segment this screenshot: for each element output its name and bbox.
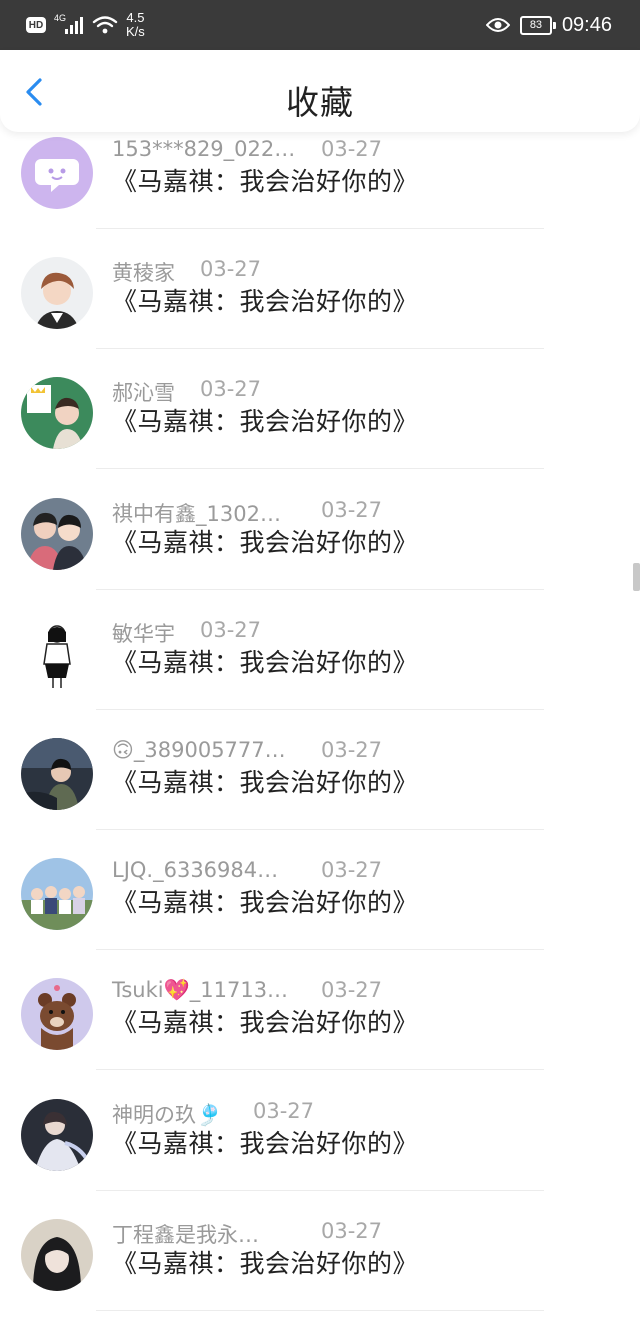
divider [96, 468, 544, 469]
divider [96, 709, 544, 710]
status-bar: HD 4G 4.5 K/s 83 09:46 [0, 0, 640, 50]
speed-unit: K/s [126, 24, 145, 39]
post-date: 03-27 [321, 1219, 383, 1243]
post-date: 03-27 [321, 858, 383, 882]
page-title: 收藏 [286, 83, 354, 122]
divider [96, 1190, 544, 1191]
avatar[interactable] [21, 738, 93, 810]
list-item[interactable]: 黄稜家 03-27 《马嘉祺：我会治好你的》 [0, 248, 640, 368]
item-title: 《马嘉祺：我会治好你的》 [112, 768, 419, 797]
post-date: 03-27 [200, 377, 262, 401]
item-title: 《马嘉祺：我会治好你的》 [112, 888, 419, 917]
item-title: 《马嘉祺：我会治好你的》 [112, 287, 419, 316]
post-date: 03-27 [200, 257, 262, 281]
item-title: 《马嘉祺：我会治好你的》 [112, 1008, 419, 1037]
item-title: 《马嘉祺：我会治好你的》 [112, 407, 419, 436]
list-item[interactable]: Tsuki💖_11713… 03-27 《马嘉祺：我会治好你的》 [0, 969, 640, 1089]
item-title: 《马嘉祺：我会治好你的》 [112, 528, 419, 557]
page-header: 收藏 [0, 50, 640, 132]
battery-icon: 83 [519, 15, 556, 35]
item-title: 《马嘉祺：我会治好你的》 [112, 1249, 419, 1278]
post-date: 03-27 [200, 618, 262, 642]
clock: 09:46 [561, 13, 612, 36]
item-title: 《马嘉祺：我会治好你的》 [112, 167, 419, 196]
username: 🙃_389005777… [112, 738, 286, 762]
speed-value: 4.5 [126, 10, 145, 25]
scrollbar-thumb[interactable] [633, 563, 640, 591]
item-title: 《马嘉祺：我会治好你的》 [112, 648, 419, 677]
list-item[interactable]: 敏华宇 03-27 《马嘉祺：我会治好你的》 [0, 609, 640, 729]
item-title: 《马嘉祺：我会治好你的》 [112, 1129, 419, 1158]
list-item[interactable]: LJQ._6336984… 03-27 《马嘉祺：我会治好你的》 [0, 849, 640, 969]
username: 153***829_022… [112, 137, 296, 161]
avatar[interactable] [21, 1099, 93, 1171]
list-item[interactable]: 祺中有鑫_1302… 03-27 《马嘉祺：我会治好你的》 [0, 489, 640, 609]
divider [96, 1310, 544, 1311]
list-item[interactable]: 神明の玖🎐 03-27 《马嘉祺：我会治好你的》 [0, 1090, 640, 1210]
post-date: 03-27 [321, 137, 383, 161]
post-date: 03-27 [321, 738, 383, 762]
avatar[interactable] [21, 618, 93, 690]
signal-icon: 4G [54, 13, 84, 35]
divider [96, 1069, 544, 1070]
avatar[interactable] [21, 137, 93, 209]
list-item[interactable]: 丁程鑫是我永… 03-27 《马嘉祺：我会治好你的》 [0, 1210, 640, 1330]
avatar[interactable] [21, 257, 93, 329]
list-item[interactable]: 153***829_022… 03-27 《马嘉祺：我会治好你的》 [0, 128, 640, 248]
divider [96, 949, 544, 950]
post-date: 03-27 [321, 498, 383, 522]
wifi-icon [92, 16, 118, 34]
avatar[interactable] [21, 858, 93, 930]
post-date: 03-27 [321, 978, 383, 1002]
list-item[interactable]: 郝沁雪 03-27 《马嘉祺：我会治好你的》 [0, 368, 640, 488]
battery-level: 83 [529, 19, 543, 31]
avatar[interactable] [21, 377, 93, 449]
network-speed: 4.5 K/s [126, 11, 145, 39]
list-item[interactable]: 🙃_389005777… 03-27 《马嘉祺：我会治好你的》 [0, 729, 640, 849]
username: Tsuki💖_11713… [112, 978, 289, 1002]
avatar[interactable] [21, 978, 93, 1050]
username: LJQ._6336984… [112, 858, 279, 882]
divider [96, 348, 544, 349]
avatar[interactable] [21, 498, 93, 570]
divider [96, 228, 544, 229]
post-date: 03-27 [253, 1099, 315, 1123]
divider [96, 589, 544, 590]
divider [96, 829, 544, 830]
hd-icon: HD [26, 17, 46, 33]
avatar[interactable] [21, 1219, 93, 1291]
eye-icon [485, 18, 510, 32]
